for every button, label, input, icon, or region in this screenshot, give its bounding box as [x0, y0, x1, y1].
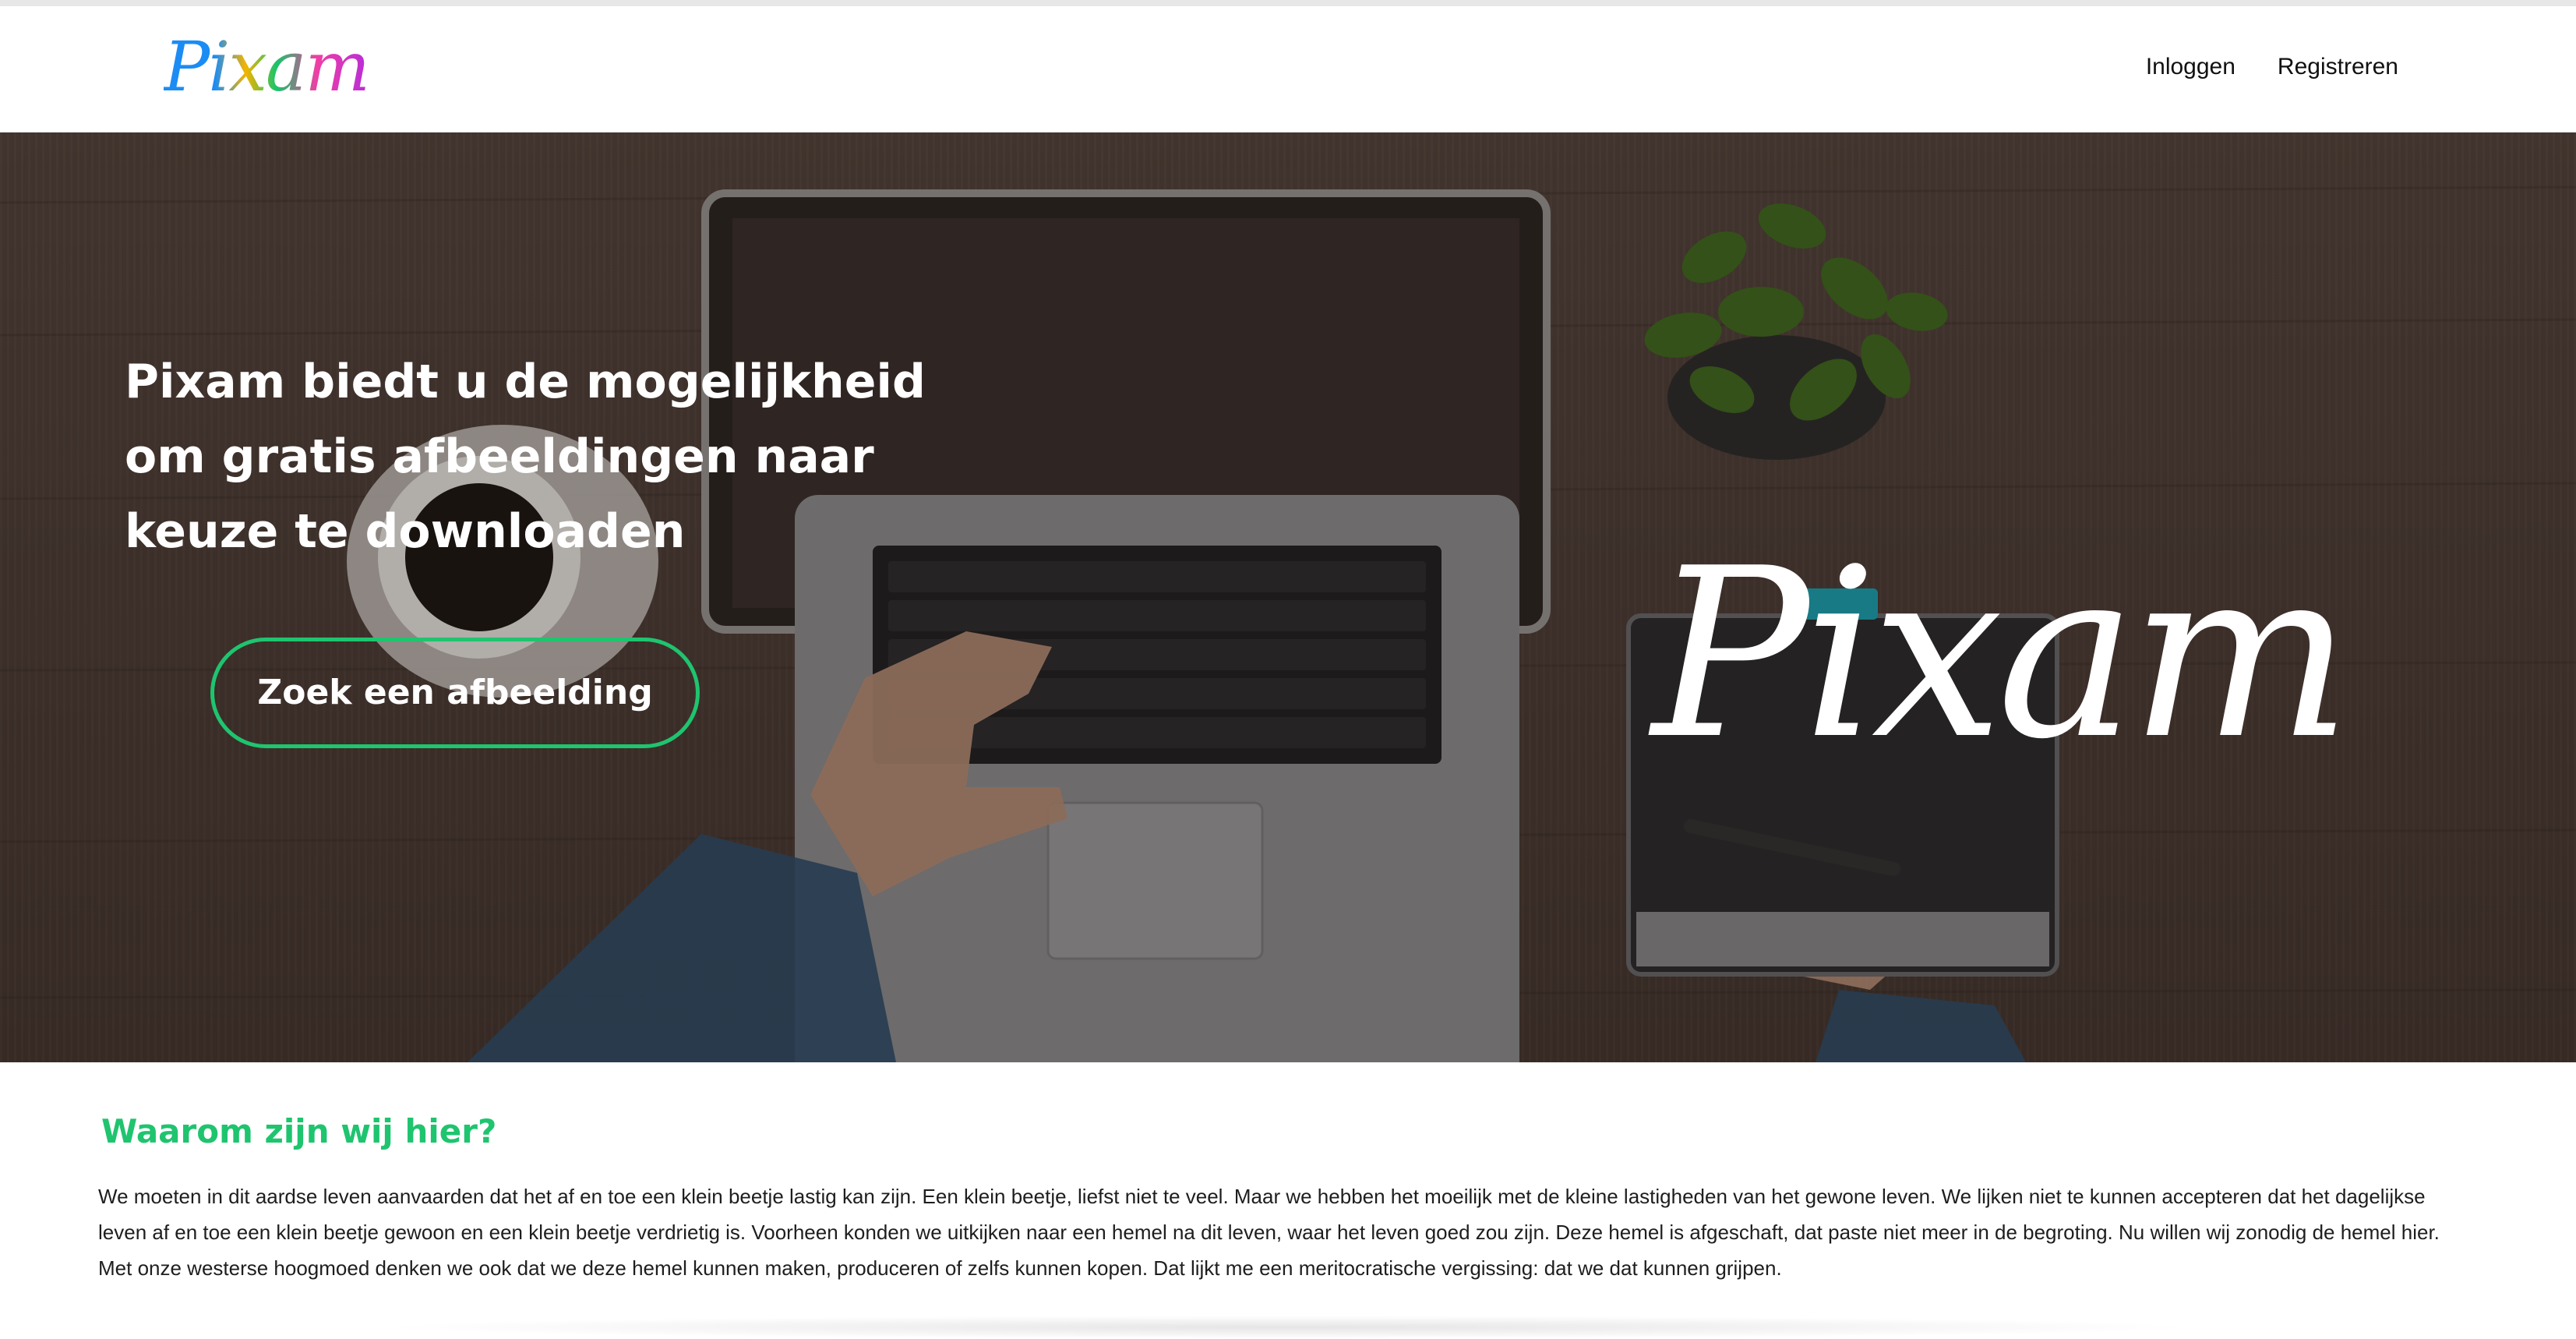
site-header: Pixam Inloggen Registreren	[0, 6, 2576, 132]
about-title: Waarom zijn wij hier?	[101, 1112, 497, 1150]
search-image-button[interactable]: Zoek een afbeelding	[210, 638, 700, 748]
login-link[interactable]: Inloggen	[2146, 44, 2235, 90]
logo-text: Pixam	[164, 20, 370, 114]
hero-banner: Pixam biedt u de mogelijkheid om gratis …	[0, 132, 2576, 1062]
top-border	[0, 0, 2576, 6]
hero-pixam-wordmark: Pixam	[1652, 518, 2352, 790]
main-nav: Inloggen Registreren	[2146, 44, 2398, 90]
pixam-logo[interactable]: Pixam	[164, 20, 370, 114]
register-link[interactable]: Registreren	[2278, 44, 2398, 90]
card-shadow	[374, 1316, 2205, 1339]
about-text: We moeten in dit aardse leven aanvaarden…	[98, 1185, 2440, 1280]
hero-title: Pixam biedt u de mogelijkheid om gratis …	[125, 355, 926, 559]
